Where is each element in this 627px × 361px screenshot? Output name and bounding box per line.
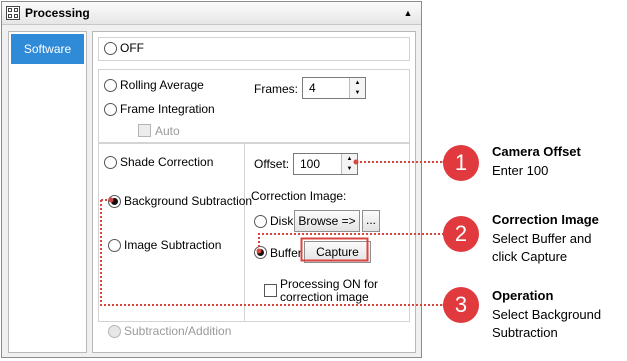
background-subtraction-radio[interactable] <box>108 195 121 208</box>
rolling-average-label: Rolling Average <box>120 78 204 92</box>
offset-label: Offset: <box>254 157 290 171</box>
buffer-label: Buffer <box>270 246 302 260</box>
capture-button[interactable]: Capture <box>304 241 371 263</box>
processing-on-label: Processing ON for correction image <box>280 278 378 304</box>
auto-label: Auto <box>155 124 180 138</box>
callout-text-1: Enter 100 <box>492 162 548 180</box>
callout-3-line-1: Select Background <box>492 307 602 322</box>
panel-titlebar: Processing ▲ <box>2 2 421 25</box>
callout-badge-1: 1 <box>443 145 479 181</box>
processing-panel: Processing ▲ Software OFF Rolling Averag… <box>1 1 422 358</box>
panel-title: Processing <box>25 6 90 20</box>
processing-on-line-2: correction image <box>280 290 369 304</box>
processing-on-checkbox[interactable] <box>264 284 277 297</box>
offset-value: 100 <box>300 157 321 171</box>
sidebar-item-software[interactable]: Software <box>11 34 84 64</box>
sidebar: Software <box>8 31 87 353</box>
off-group <box>98 37 410 61</box>
frames-down-arrow-icon[interactable]: ▼ <box>350 88 365 98</box>
callout-badge-2: 2 <box>443 216 479 252</box>
offset-down-arrow-icon[interactable]: ▼ <box>342 164 357 174</box>
callout-2-line-1: Select Buffer and <box>492 231 592 246</box>
correction-image-label: Correction Image: <box>251 189 347 203</box>
frames-label: Frames: <box>254 82 299 96</box>
panel-grid-icon <box>6 6 20 20</box>
callout-1-line-1: Enter 100 <box>492 163 549 178</box>
frame-integration-radio[interactable] <box>104 103 117 116</box>
off-radio[interactable] <box>104 42 117 55</box>
callout-title-1: Camera Offset <box>492 144 581 159</box>
processing-options: OFF Rolling Average Frame Integration Au… <box>92 31 416 353</box>
offset-stepper[interactable]: 100 ▲ ▼ <box>293 153 358 175</box>
callout-2-line-2: click Capture <box>492 249 568 264</box>
disk-radio[interactable] <box>254 215 267 228</box>
disk-label: Disk <box>270 214 294 228</box>
buffer-radio[interactable] <box>254 246 267 259</box>
subtraction-addition-label: Subtraction/Addition <box>124 324 232 338</box>
callout-title-2: Correction Image <box>492 212 599 227</box>
frames-value: 4 <box>309 81 316 95</box>
image-subtraction-radio[interactable] <box>108 239 121 252</box>
callout-text-3: Select Background Subtraction <box>492 306 601 342</box>
callout-title-3: Operation <box>492 288 554 303</box>
collapse-icon[interactable]: ▲ <box>400 5 416 21</box>
background-subtraction-label: Background Subtraction <box>124 194 253 208</box>
callout-text-2: Select Buffer and click Capture <box>492 230 592 266</box>
browse-ellipsis-button[interactable]: ... <box>362 210 380 232</box>
frame-integration-label: Frame Integration <box>120 102 215 116</box>
frames-stepper[interactable]: 4 ▲ ▼ <box>302 77 366 99</box>
subtraction-addition-radio[interactable] <box>108 325 121 338</box>
off-label: OFF <box>120 41 144 55</box>
auto-checkbox[interactable] <box>138 124 151 137</box>
callout-3-line-2: Subtraction <box>492 325 558 340</box>
callout-badge-3: 3 <box>443 287 479 323</box>
image-subtraction-label: Image Subtraction <box>124 238 222 252</box>
shade-correction-radio[interactable] <box>104 156 117 169</box>
browse-button[interactable]: Browse => <box>294 210 360 232</box>
rolling-average-radio[interactable] <box>104 79 117 92</box>
shade-correction-label: Shade Correction <box>120 155 214 169</box>
